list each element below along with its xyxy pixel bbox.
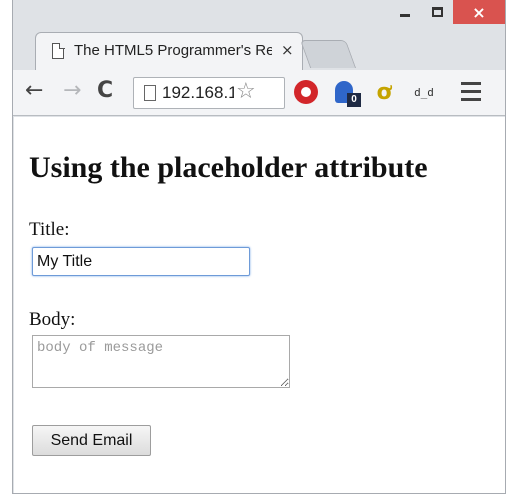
- ghostery-extension-icon[interactable]: 0: [331, 79, 361, 107]
- title-label: Title:: [29, 219, 70, 240]
- reload-icon[interactable]: C: [97, 78, 113, 103]
- page-title: Using the placeholder attribute: [29, 151, 428, 184]
- maximize-button[interactable]: [421, 0, 453, 24]
- toolbar: ← → C 192.168.1.1 ☆ 0 ơ d_d: [13, 70, 505, 116]
- extension-icon[interactable]: ơ: [371, 79, 397, 105]
- title-input[interactable]: [32, 247, 250, 276]
- body-label: Body:: [29, 309, 76, 330]
- menu-icon[interactable]: [461, 82, 481, 106]
- tab-strip: × The HTML5 Programmer's Reference ×: [13, 0, 505, 70]
- tab-active[interactable]: The HTML5 Programmer's Reference ×: [35, 32, 303, 70]
- maximize-icon: [431, 7, 443, 17]
- tab-title: The HTML5 Programmer's Reference: [74, 42, 272, 59]
- minimize-button[interactable]: [389, 0, 421, 24]
- body-textarea[interactable]: [32, 335, 290, 388]
- minimize-icon: [400, 13, 410, 17]
- back-icon[interactable]: ←: [25, 78, 43, 103]
- send-email-button[interactable]: Send Email: [32, 425, 151, 456]
- extension-badge: 0: [347, 93, 361, 107]
- look-of-disapproval-extension-icon[interactable]: d_d: [407, 79, 441, 105]
- forward-icon[interactable]: →: [63, 78, 81, 103]
- address-bar[interactable]: 192.168.1.1 ☆: [133, 77, 285, 109]
- new-tab-button[interactable]: [299, 40, 357, 68]
- close-icon: ×: [472, 2, 486, 22]
- close-window-button[interactable]: ×: [453, 0, 505, 24]
- page-info-icon: [144, 85, 156, 101]
- window-controls: ×: [389, 0, 505, 24]
- url-text[interactable]: 192.168.1.1: [162, 83, 234, 103]
- bookmark-star-icon[interactable]: ☆: [236, 79, 256, 104]
- tab-close-icon[interactable]: ×: [281, 41, 294, 59]
- page-icon: [52, 42, 65, 59]
- page-content: Using the placeholder attribute Title: B…: [14, 117, 505, 493]
- browser-window: × The HTML5 Programmer's Reference × ← →…: [12, 0, 506, 494]
- adblock-extension-icon[interactable]: [293, 79, 319, 105]
